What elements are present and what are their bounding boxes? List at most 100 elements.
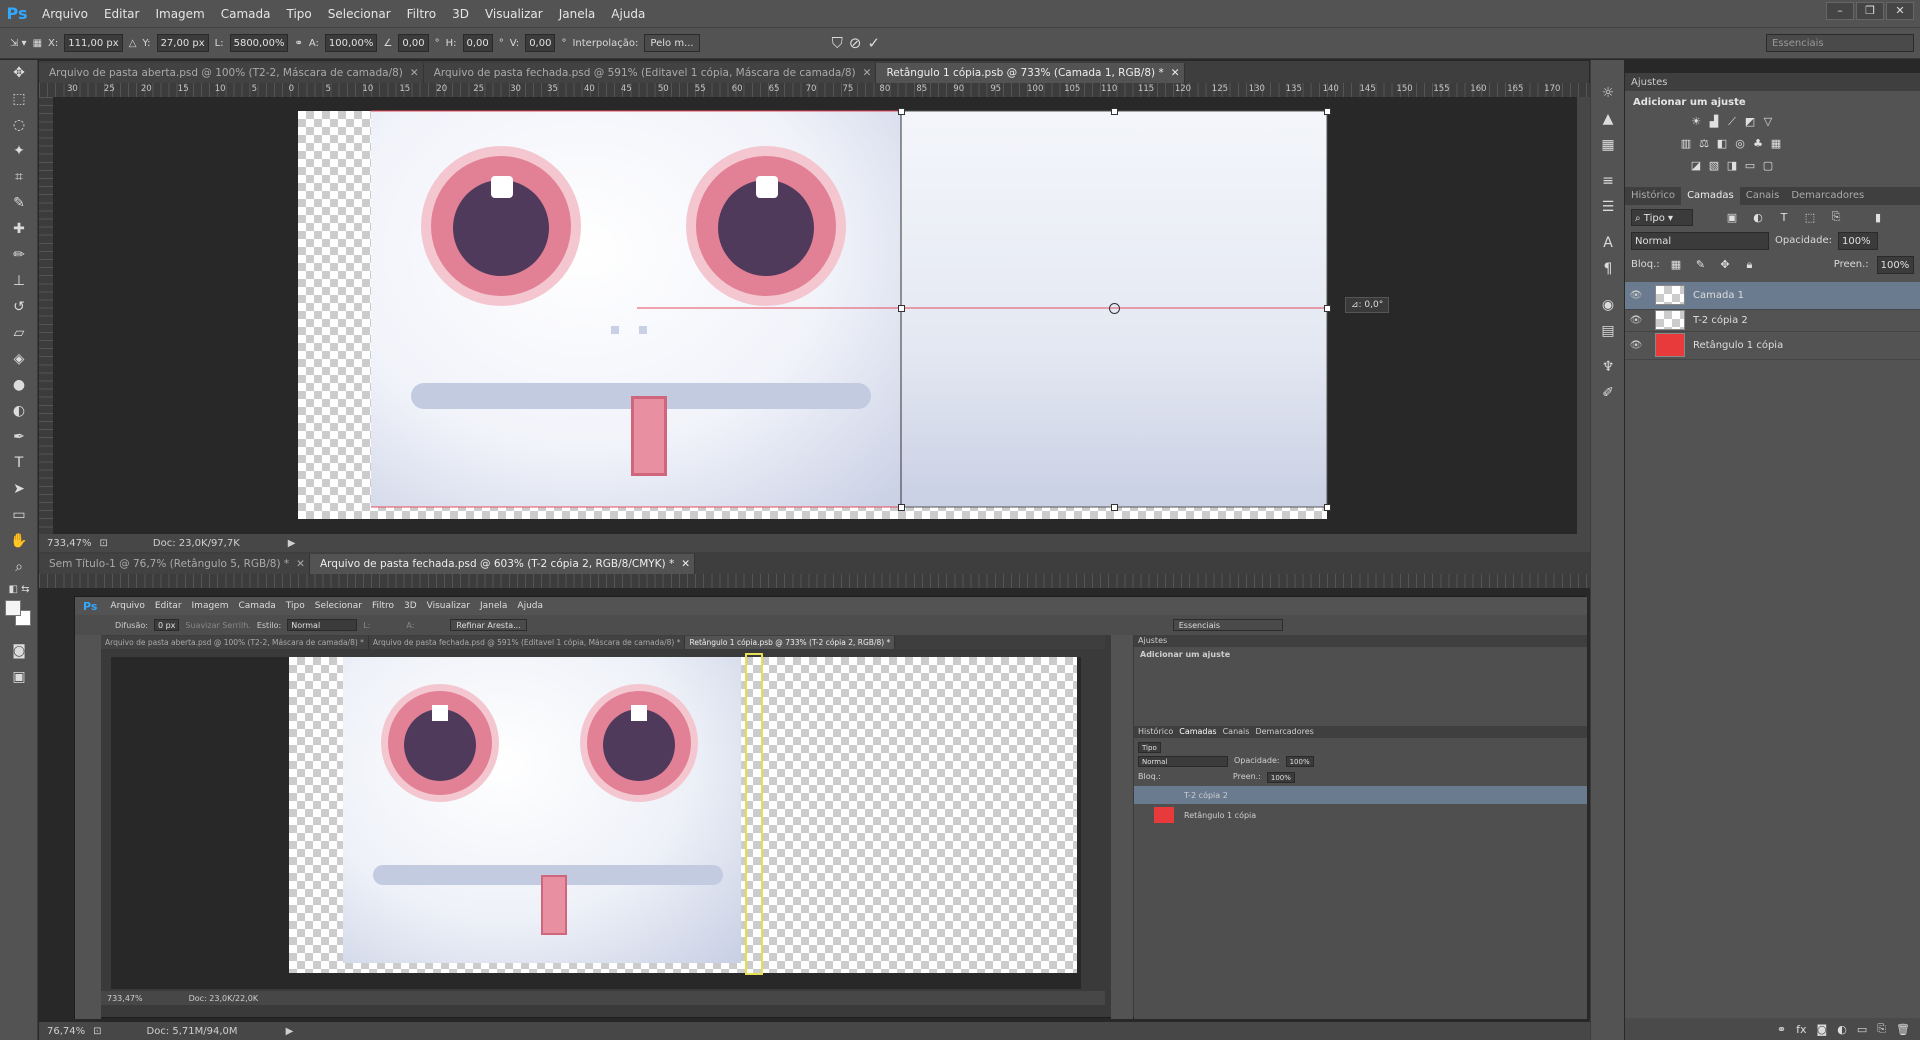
screen-mode-icon[interactable]: ▣	[0, 664, 38, 690]
filter-kind-select[interactable]: ⌕ Tipo ▾	[1631, 208, 1693, 226]
clone-source-icon[interactable]: ♆	[1591, 354, 1625, 380]
filter-shape-icon[interactable]: ⬚	[1801, 210, 1819, 224]
foreground-color-swatch[interactable]	[5, 600, 21, 616]
tab-canais[interactable]: Canais	[1740, 187, 1786, 205]
status-arrow-icon[interactable]: ▶	[288, 538, 296, 549]
photo-filter-icon[interactable]: ◎	[1731, 137, 1749, 151]
link-icon[interactable]: ⚭	[294, 38, 302, 49]
path-select-tool-icon[interactable]: ➤	[0, 476, 38, 502]
filter-toggle-icon[interactable]: ▮	[1869, 210, 1887, 224]
fx-icon[interactable]: fx	[1796, 1023, 1806, 1036]
filter-smart-icon[interactable]: ⎘	[1827, 210, 1845, 224]
adjustments-icon[interactable]: ☼	[1591, 80, 1625, 106]
layer-row[interactable]: 👁︎ T-2 cópia 2	[1625, 310, 1920, 332]
brush-tool-icon[interactable]: ✏	[0, 242, 38, 268]
menu-camada[interactable]: Camada	[213, 7, 279, 21]
quick-mask-icon[interactable]: ◙	[0, 638, 38, 664]
filter-type-icon[interactable]: T	[1775, 210, 1793, 224]
y-input[interactable]: 27,00 px	[156, 34, 209, 52]
brightness-icon[interactable]: ☀	[1687, 114, 1705, 128]
visibility-eye-icon[interactable]: 👁︎	[1625, 290, 1647, 301]
type-tool-icon[interactable]: T	[0, 450, 38, 476]
transform-handle[interactable]	[898, 504, 905, 511]
menu-tipo[interactable]: Tipo	[279, 7, 320, 21]
styles-icon[interactable]: ▲	[1591, 106, 1625, 132]
transform-handle[interactable]	[1111, 108, 1118, 115]
new-group-icon[interactable]: ▭	[1857, 1023, 1867, 1036]
tab-demarcadores[interactable]: Demarcadores	[1785, 187, 1870, 205]
tab-doc-5[interactable]: Arquivo de pasta fechada.psd @ 603% (T-2…	[309, 554, 686, 574]
gradient-map-icon[interactable]: ▭	[1741, 159, 1759, 173]
tab-historico[interactable]: Histórico	[1625, 187, 1681, 205]
history-brush-tool-icon[interactable]: ↺	[0, 294, 38, 320]
transform-handle[interactable]	[1324, 108, 1331, 115]
3d-icon[interactable]: ◉	[1591, 292, 1625, 318]
minimize-button[interactable]: –	[1826, 2, 1854, 20]
warp-icon[interactable]: ⛉	[832, 34, 843, 52]
lock-pixels-icon[interactable]: ✎	[1692, 258, 1709, 272]
swatches-icon[interactable]: ▦	[1591, 132, 1625, 158]
tab-close-icon[interactable]: ✕	[858, 63, 877, 83]
close-button[interactable]: ✕	[1886, 2, 1914, 20]
h-input[interactable]: 100,00%	[324, 34, 378, 52]
menu-3d[interactable]: 3D	[444, 7, 477, 21]
status-icon[interactable]: ⊡	[93, 1026, 101, 1037]
move-tool-icon[interactable]: ✥	[0, 60, 38, 86]
tab-close-icon[interactable]: ✕	[1166, 63, 1185, 83]
curves-icon[interactable]: ⟋	[1723, 115, 1741, 129]
bottom-canvas-area[interactable]: Ps Arquivo Editar Imagem Camada Tipo Sel…	[39, 588, 1590, 1022]
menu-janela[interactable]: Janela	[551, 7, 604, 21]
delete-layer-icon[interactable]: 🗑︎	[1896, 1023, 1910, 1036]
stamp-tool-icon[interactable]: ⊥	[0, 268, 38, 294]
bw-icon[interactable]: ◧	[1713, 137, 1731, 151]
balance-icon[interactable]: ⚖	[1695, 137, 1713, 151]
menu-filtro[interactable]: Filtro	[399, 7, 444, 21]
menu-editar[interactable]: Editar	[96, 7, 148, 21]
lock-all-icon[interactable]: 🔒︎	[1741, 258, 1758, 272]
selective-color-icon[interactable]: ▢	[1759, 159, 1777, 173]
new-adjustment-icon[interactable]: ◐	[1837, 1023, 1847, 1036]
crop-tool-icon[interactable]: ⌗	[0, 164, 38, 190]
workspace-select[interactable]: Essenciais	[1766, 34, 1914, 52]
navigator-icon[interactable]: ▤	[1591, 318, 1625, 344]
default-colors-icon[interactable]: ◧ ⇆	[0, 580, 38, 598]
menu-visualizar[interactable]: Visualizar	[477, 7, 551, 21]
blend-mode-select[interactable]: Normal	[1631, 231, 1769, 250]
invert-icon[interactable]: ◪	[1687, 159, 1705, 173]
marquee-tool-icon[interactable]: ⬚	[0, 86, 38, 112]
pen-tool-icon[interactable]: ✒	[0, 424, 38, 450]
tab-doc-1[interactable]: Arquivo de pasta aberta.psd @ 100% (T2-2…	[39, 63, 414, 83]
vibrance-icon[interactable]: ▽	[1759, 114, 1777, 128]
hue-icon[interactable]: ▥	[1677, 137, 1695, 151]
tab-doc-2[interactable]: Arquivo de pasta fechada.psd @ 591% (Edi…	[423, 63, 867, 83]
menu-imagem[interactable]: Imagem	[147, 7, 212, 21]
hskew-input[interactable]: 0,00	[462, 34, 493, 52]
visibility-eye-icon[interactable]: 👁︎	[1625, 315, 1647, 326]
levels-icon[interactable]: ▟	[1705, 114, 1723, 128]
restore-button[interactable]: ❐	[1856, 2, 1884, 20]
tab-close-icon[interactable]: ✕	[292, 554, 310, 574]
tab-camadas[interactable]: Camadas	[1681, 186, 1740, 205]
lock-transparent-icon[interactable]: ▦	[1668, 258, 1685, 272]
filter-adjust-icon[interactable]: ◐	[1749, 210, 1767, 224]
zoom-tool-icon[interactable]: ⌕	[0, 554, 38, 580]
brush-presets-icon[interactable]: ✐	[1591, 380, 1625, 406]
reference-point-icon[interactable]: ▦	[33, 38, 42, 49]
add-mask-icon[interactable]: ◙	[1817, 1023, 1828, 1036]
healing-tool-icon[interactable]: ✚	[0, 216, 38, 242]
interpolation-select[interactable]: Pelo m...	[644, 34, 700, 52]
eyedropper-tool-icon[interactable]: ✎	[0, 190, 38, 216]
angle-input[interactable]: 0,00	[398, 34, 429, 52]
transform-handle[interactable]	[1324, 305, 1331, 312]
cancel-transform-icon[interactable]: ⊘	[849, 34, 862, 52]
tab-close-icon[interactable]: ✕	[405, 63, 424, 83]
x-input[interactable]: 111,00 px	[64, 34, 123, 52]
tab-doc-4[interactable]: Sem Título-1 @ 76,7% (Retângulo 5, RGB/8…	[39, 554, 301, 574]
magic-wand-tool-icon[interactable]: ✦	[0, 138, 38, 164]
tab-doc-3[interactable]: Retângulo 1 cópia.psb @ 733% (Camada 1, …	[876, 63, 1175, 83]
delta-icon[interactable]: △	[129, 38, 137, 49]
transform-handle[interactable]	[898, 108, 905, 115]
visibility-eye-icon[interactable]: 👁︎	[1625, 340, 1647, 351]
properties-icon[interactable]: ≡	[1591, 168, 1625, 194]
status-icon[interactable]: ⊡	[100, 538, 108, 549]
